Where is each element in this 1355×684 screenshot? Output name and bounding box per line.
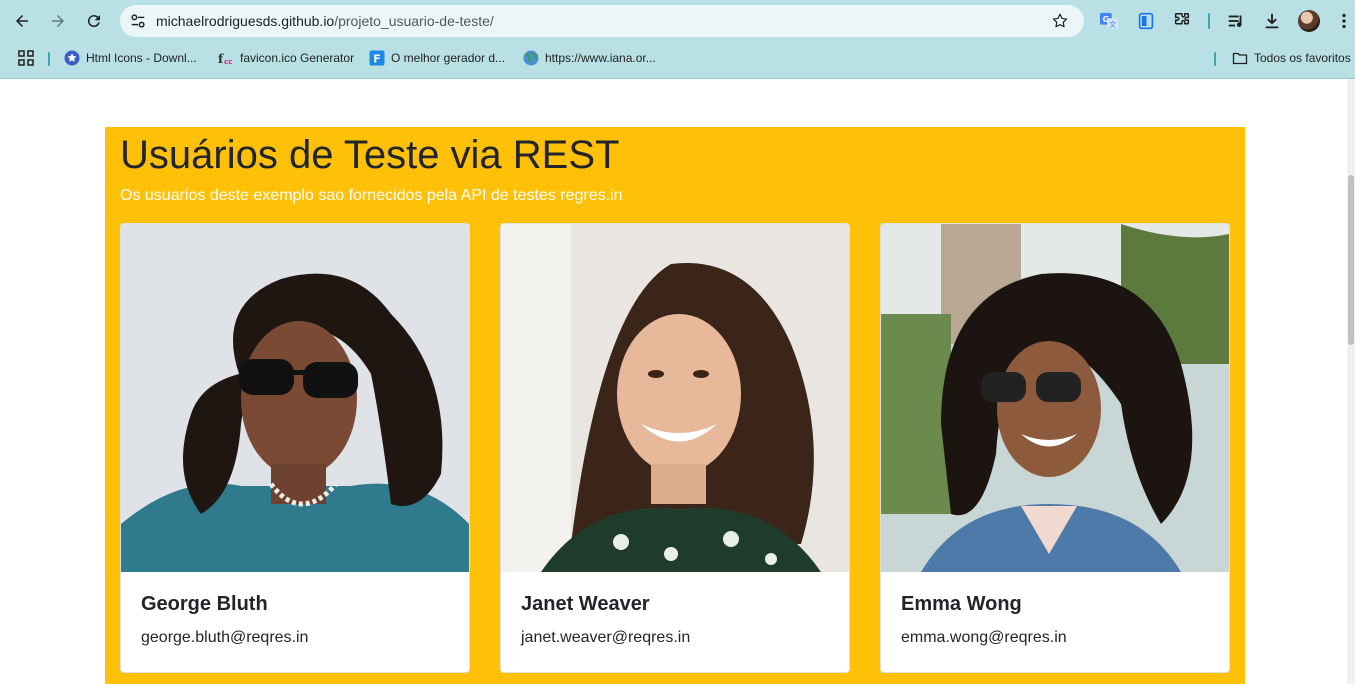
url-path: /projeto_usuario-de-teste/ <box>334 13 494 29</box>
page-viewport: Usuários de Teste via REST Os usuarios d… <box>0 79 1355 684</box>
page-subtitle: Os usuarios deste exemplo sao fornecidos… <box>120 187 623 204</box>
f-square-icon: F <box>369 50 385 66</box>
folder-icon <box>1232 50 1248 66</box>
scrollbar-thumb[interactable] <box>1348 175 1354 345</box>
user-name: George Bluth <box>141 593 268 615</box>
arrow-right-icon <box>52 15 64 27</box>
all-bookmarks-label: Todos os favoritos <box>1254 51 1351 65</box>
page-title: Usuários de Teste via REST <box>120 133 620 177</box>
bookmark-label: favicon.ico Generator <box>240 51 355 65</box>
address-bar[interactable]: michaelrodriguesds.github.io/projeto_usu… <box>120 5 1084 37</box>
bookmark-label: Html Icons - Downl... <box>86 51 197 65</box>
apps-grid-icon <box>18 50 34 66</box>
bookmark-label: O melhor gerador d... <box>391 51 506 65</box>
media-queue-icon[interactable] <box>1225 10 1247 32</box>
user-email: emma.wong@reqres.in <box>901 629 1067 646</box>
user-photo <box>881 224 1229 572</box>
page-scrollbar[interactable] <box>1347 79 1355 684</box>
extensions-icon[interactable] <box>1171 10 1193 32</box>
reload-button[interactable] <box>82 9 106 33</box>
bookmark-star-icon[interactable] <box>1050 11 1070 31</box>
user-name: Janet Weaver <box>521 593 650 615</box>
user-email: janet.weaver@reqres.in <box>521 629 691 646</box>
bookmark-favicon-generator[interactable]: f cc favicon.ico Generator <box>218 49 354 67</box>
profile-avatar[interactable] <box>1298 10 1320 32</box>
favicon-generator-icon: f cc <box>218 50 234 66</box>
jumbotron: Usuários de Teste via REST Os usuarios d… <box>105 127 1245 684</box>
user-card[interactable]: George Bluth george.bluth@reqres.in <box>120 223 470 673</box>
smiling-woman-portrait-image <box>501 224 849 572</box>
reading-mode-icon[interactable] <box>1135 10 1157 32</box>
site-settings-icon[interactable] <box>128 11 148 31</box>
svg-text:文: 文 <box>1109 20 1117 29</box>
back-button[interactable] <box>10 9 34 33</box>
user-card-body: Emma Wong emma.wong@reqres.in <box>881 572 1229 672</box>
bookmark-html-icons[interactable]: Html Icons - Downl... <box>64 49 197 67</box>
url-host: michaelrodriguesds.github.io <box>156 13 335 29</box>
user-email: george.bluth@reqres.in <box>141 629 309 646</box>
reload-icon <box>87 15 100 28</box>
toolbar-separator <box>1208 13 1210 29</box>
browser-chrome: michaelrodriguesds.github.io/projeto_usu… <box>0 0 1355 79</box>
browser-toolbar: michaelrodriguesds.github.io/projeto_usu… <box>0 0 1355 42</box>
user-photo <box>121 224 469 572</box>
woman-with-curly-hair-portrait-image <box>881 224 1229 572</box>
user-card[interactable]: Janet Weaver janet.weaver@reqres.in <box>500 223 850 673</box>
all-bookmarks-button[interactable]: Todos os favoritos <box>1232 49 1351 67</box>
bookmark-label: https://www.iana.or... <box>545 51 656 65</box>
translate-icon[interactable]: G文 <box>1098 10 1120 32</box>
bookmarks-separator <box>1214 52 1216 66</box>
apps-button[interactable] <box>18 49 40 67</box>
user-card[interactable]: Emma Wong emma.wong@reqres.in <box>880 223 1230 673</box>
globe-icon <box>523 50 539 66</box>
menu-kebab-icon[interactable] <box>1333 10 1355 32</box>
user-card-body: Janet Weaver janet.weaver@reqres.in <box>501 572 849 672</box>
user-photo <box>501 224 849 572</box>
download-icon[interactable] <box>1261 10 1283 32</box>
svg-text:cc: cc <box>224 58 232 66</box>
bookmark-iana[interactable]: https://www.iana.or... <box>523 49 656 67</box>
man-with-sunglasses-portrait-image <box>121 224 469 572</box>
user-name: Emma Wong <box>901 593 1022 615</box>
star-circle-icon <box>64 50 80 66</box>
bookmark-melhor-gerador[interactable]: F O melhor gerador d... <box>369 49 505 67</box>
svg-text:F: F <box>373 53 381 66</box>
user-card-body: George Bluth george.bluth@reqres.in <box>121 572 469 672</box>
address-url[interactable]: michaelrodriguesds.github.io/projeto_usu… <box>156 12 494 30</box>
bookmarks-bar: Html Icons - Downl... f cc favicon.ico Ge… <box>0 44 1355 72</box>
forward-button[interactable] <box>46 9 70 33</box>
arrow-left-icon <box>16 15 28 27</box>
bookmarks-separator <box>48 52 50 66</box>
